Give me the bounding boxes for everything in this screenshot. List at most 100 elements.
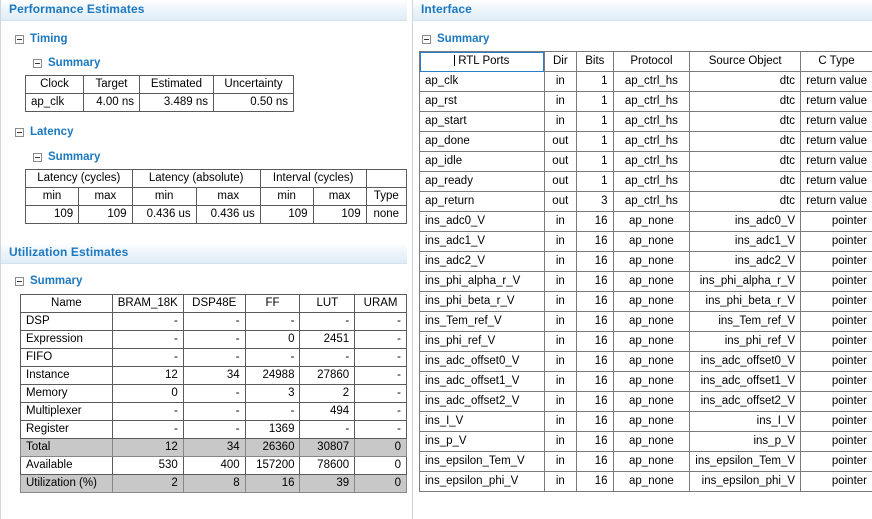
collapse-minus-icon[interactable] [33, 152, 42, 162]
table-row[interactable]: Multiplexer - - -494- [20, 402, 407, 421]
table-row[interactable]: ins_adc2_V in 16 ap_none ins_adc2_V pointer [419, 251, 872, 272]
table-row[interactable]: Expression - -0 2451- [20, 330, 407, 349]
table-row[interactable]: Instance 12 34 24988 27860- [20, 366, 407, 385]
table-cell: ins_adc2_V [419, 251, 545, 272]
collapse-minus-icon[interactable] [15, 127, 24, 137]
column-group-header[interactable] [365, 169, 407, 188]
collapse-minus-icon[interactable] [422, 34, 431, 44]
table-cell: ap_none [612, 371, 691, 392]
table-row[interactable]: ins_p_V in 16 ap_none ins_p_V pointer [419, 431, 872, 452]
collapse-minus-icon[interactable] [33, 58, 42, 68]
table-row[interactable]: ins_adc1_V in 16 ap_none ins_adc1_V pointer [419, 231, 872, 252]
interface-header: Interface [413, 0, 872, 21]
column-header[interactable]: DSP48E [182, 294, 246, 313]
table-row[interactable]: ins_epsilon_phi_V in 16 ap_none ins_epsilon_… [419, 471, 872, 492]
table-row[interactable]: ap_clk 4.00 ns 3.489 ns 0.50 ns [25, 93, 294, 112]
table-cell: 1369 [244, 420, 301, 439]
tree-node-latency[interactable]: Latency [15, 126, 73, 138]
column-header[interactable]: min [259, 187, 314, 206]
column-header[interactable]: RTL Ports [419, 51, 545, 72]
collapse-minus-icon[interactable] [15, 34, 24, 44]
column-header[interactable]: Clock [25, 75, 84, 94]
column-header[interactable]: Protocol [612, 51, 691, 72]
table-row[interactable]: ap_idle out 1 ap_ctrl_hs dtc return value [419, 151, 872, 172]
column-header[interactable]: Uncertainty [213, 75, 294, 94]
table-cell: 30807 [299, 438, 356, 457]
tree-node-timing-label: Timing [30, 33, 68, 45]
column-group-header[interactable]: Latency (absolute) [131, 169, 261, 188]
column-header[interactable]: min [24, 187, 80, 206]
column-group-header[interactable]: Latency (cycles) [25, 169, 133, 188]
column-header[interactable]: max [195, 187, 261, 206]
column-header[interactable]: Source Object [689, 51, 802, 72]
table-cell: ins_adc_offset1_V [689, 371, 802, 392]
table-row[interactable]: Utilization (%) 2 8 16 39 0 [20, 474, 407, 493]
table-row[interactable]: ap_rst in 1 ap_ctrl_hs dtc return value [419, 91, 872, 112]
table-row[interactable]: ins_I_V in 16 ap_none ins_I_V pointer [419, 411, 872, 432]
table-row[interactable]: ins_phi_beta_r_V in 16 ap_none ins_phi_beta_… [419, 291, 872, 312]
table-cell: pointer [800, 311, 872, 332]
table-row[interactable]: ins_adc_offset1_V in 16 ap_none ins_adc_offs… [419, 371, 872, 392]
table-cell: pointer [800, 291, 872, 312]
table-row[interactable]: Total 12 34 26360 30807 0 [20, 438, 407, 457]
table-cell: 16 [244, 474, 301, 493]
table-cell: 0.436 us [131, 205, 197, 224]
table-cell: 26360 [244, 438, 301, 457]
tree-node-latency-summary[interactable]: Summary [33, 151, 100, 163]
column-header[interactable]: max [78, 187, 133, 206]
column-header[interactable]: Estimated [139, 75, 214, 94]
table-cell: return value [800, 131, 872, 152]
table-cell: 34 [182, 366, 246, 385]
table-cell: 1 [576, 151, 614, 172]
table-row[interactable]: ins_adc_offset2_V in 16 ap_none ins_adc_offs… [419, 391, 872, 412]
table-cell: ap_ctrl_hs [612, 151, 691, 172]
table-cell-name: Multiplexer [20, 402, 113, 421]
column-header[interactable]: URAM [354, 294, 407, 313]
table-row[interactable]: ins_phi_ref_V in 16 ap_none ins_phi_ref_V poi… [419, 331, 872, 352]
tree-node-utilization-summary[interactable]: Summary [15, 275, 82, 287]
tree-node-timing-summary-label: Summary [48, 57, 101, 69]
column-header[interactable]: Bits [576, 51, 614, 72]
table-cell: none [365, 205, 407, 224]
column-header[interactable]: Type [365, 187, 407, 206]
table-row[interactable]: ins_phi_alpha_r_V in 16 ap_none ins_phi_alph… [419, 271, 872, 292]
table-row[interactable]: ap_return out 3 ap_ctrl_hs dtc return value [419, 191, 872, 212]
table-cell: 8 [182, 474, 246, 493]
table-row[interactable]: Available 530 400 157200 78600 0 [20, 456, 407, 475]
table-row[interactable]: DSP - - - - - [20, 312, 407, 331]
tree-node-latency-label: Latency [30, 126, 74, 138]
table-cell: out [543, 191, 578, 212]
tree-node-timing[interactable]: Timing [15, 33, 67, 45]
table-row[interactable]: 109 109 0.436 us 0.436 us 109 109 none [24, 205, 407, 224]
tree-node-interface-summary[interactable]: Summary [422, 33, 489, 45]
table-cell: - [182, 384, 246, 403]
column-group-header[interactable]: Interval (cycles) [259, 169, 367, 188]
tree-node-timing-summary[interactable]: Summary [33, 57, 100, 69]
table-row[interactable]: ap_clk in 1 ap_ctrl_hs dtc return value [419, 71, 872, 92]
column-header[interactable]: Target [83, 75, 140, 94]
table-row[interactable]: ap_ready out 1 ap_ctrl_hs dtc return value [419, 171, 872, 192]
column-header[interactable]: LUT [299, 294, 356, 313]
column-header[interactable]: Name [20, 294, 113, 313]
column-header[interactable]: BRAM_18K [111, 294, 184, 313]
collapse-minus-icon[interactable] [15, 276, 24, 286]
table-row[interactable]: Register - -1369- - [20, 420, 407, 439]
column-header[interactable]: FF [244, 294, 301, 313]
table-row[interactable]: FIFO - - - - - [20, 348, 407, 367]
column-header[interactable]: C Type [800, 51, 872, 72]
table-cell: ap_none [612, 411, 691, 432]
table-row[interactable]: ins_Tem_ref_V in 16 ap_none ins_Tem_ref_V poi… [419, 311, 872, 332]
column-header[interactable]: min [131, 187, 197, 206]
column-header[interactable]: max [312, 187, 367, 206]
table-row[interactable]: Memory 0-3 2- [20, 384, 407, 403]
column-header[interactable]: Dir [543, 51, 578, 72]
table-cell: ins_I_V [419, 411, 545, 432]
table-row[interactable]: ins_epsilon_Tem_V in 16 ap_none ins_epsilon_… [419, 451, 872, 472]
table-cell: in [543, 91, 578, 112]
table-row[interactable]: ap_start in 1 ap_ctrl_hs dtc return value [419, 111, 872, 132]
table-row[interactable]: ins_adc_offset0_V in 16 ap_none ins_adc_offs… [419, 351, 872, 372]
table-cell: ap_none [612, 391, 691, 412]
table-row[interactable]: ap_done out 1 ap_ctrl_hs dtc return value [419, 131, 872, 152]
table-row[interactable]: ins_adc0_V in 16 ap_none ins_adc0_V pointer [419, 211, 872, 232]
table-cell: ins_epsilon_phi_V [689, 471, 802, 492]
